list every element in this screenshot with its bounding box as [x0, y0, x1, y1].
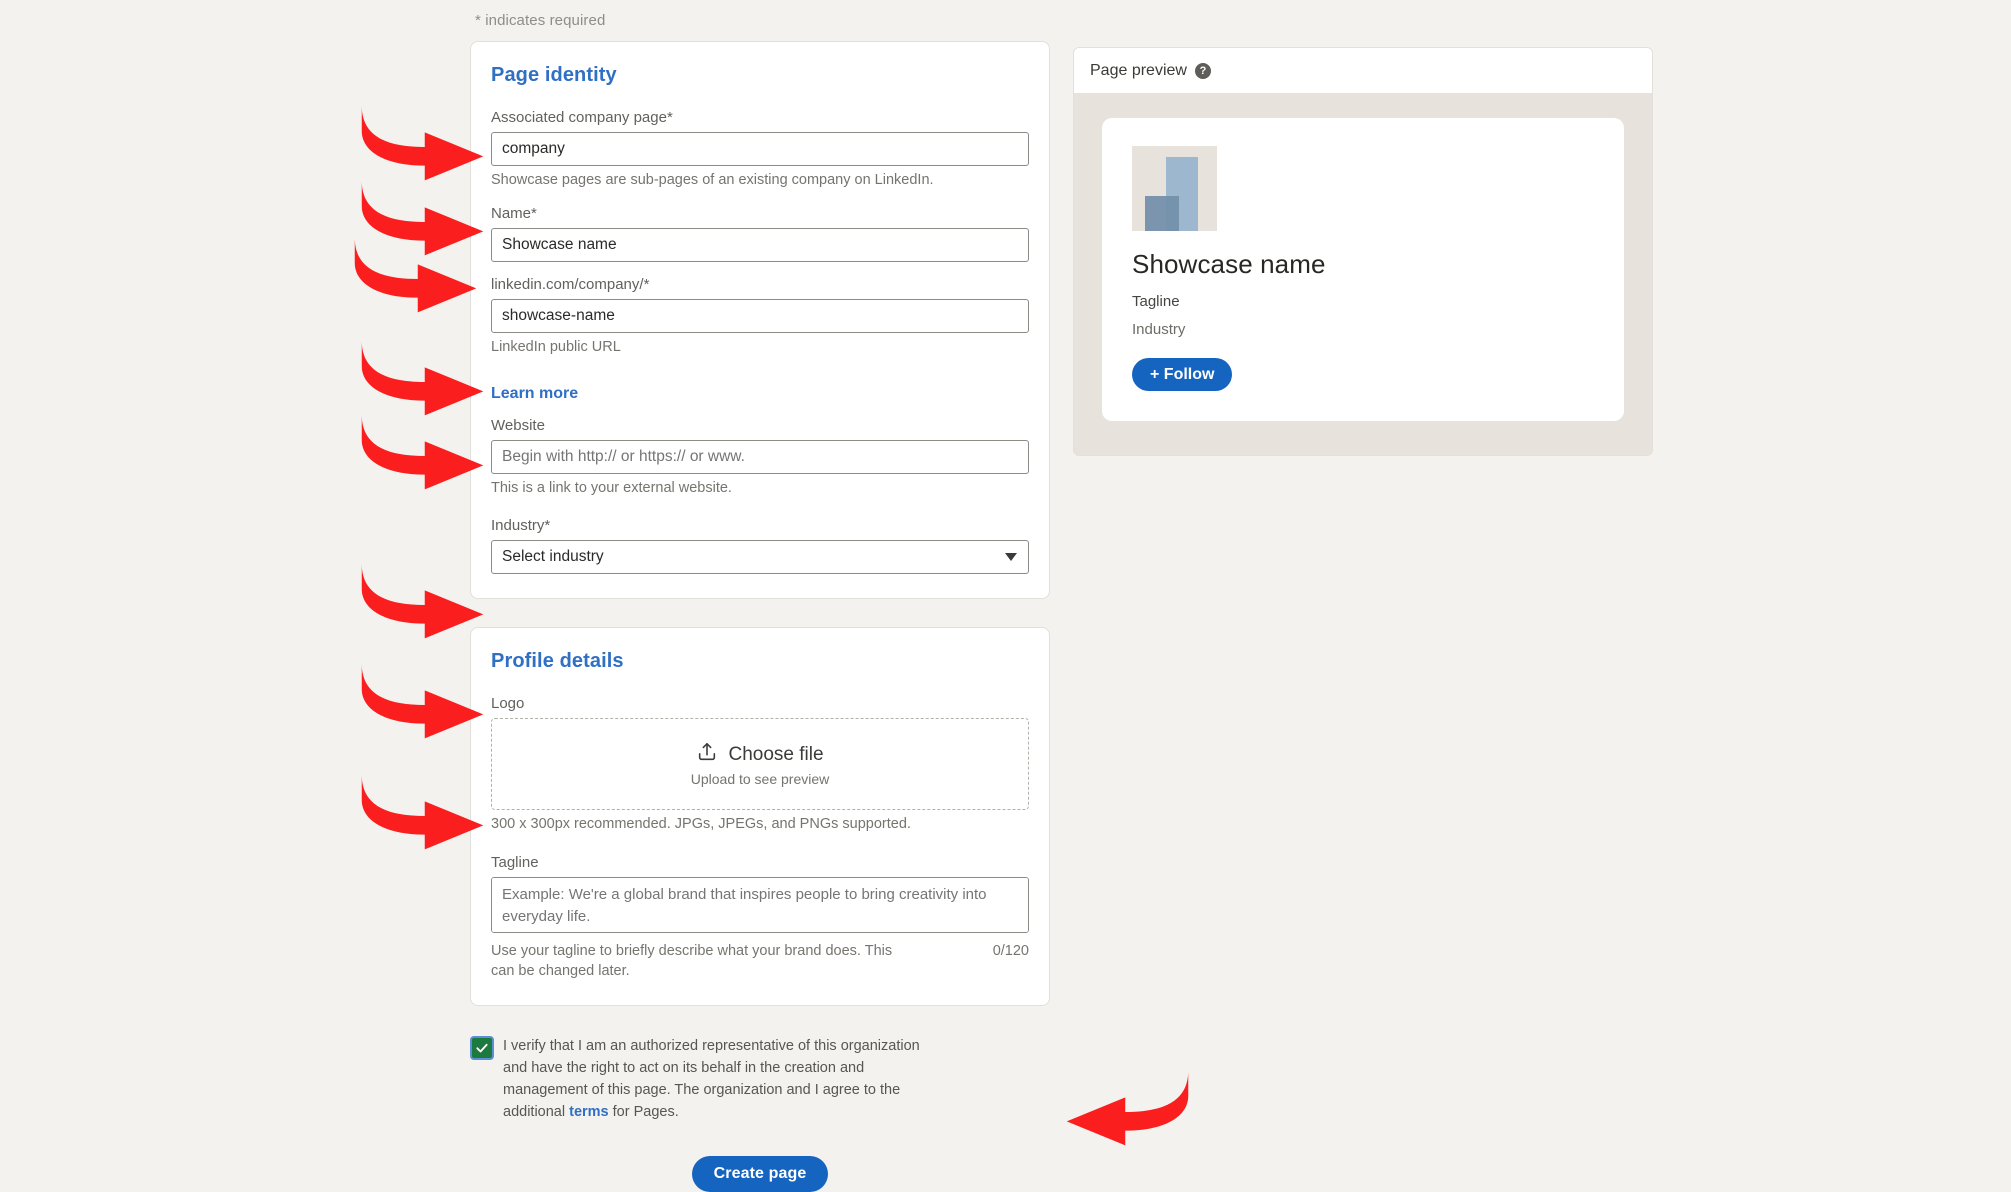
preview-page-name: Showcase name: [1132, 249, 1326, 279]
page-identity-title: Page identity: [491, 64, 617, 86]
profile-details-title: Profile details: [491, 649, 624, 672]
preview-card: Showcase name Tagline Industry + Follow: [1102, 118, 1624, 421]
page-preview-body: Showcase name Tagline Industry + Follow: [1073, 93, 1653, 456]
checkmark-icon: [476, 1044, 488, 1053]
associated-company-helper: Showcase pages are sub-pages of an exist…: [491, 172, 934, 188]
arrow-to-create-page: [1060, 1068, 1195, 1148]
field-logo: Logo Choose file Upload to see preview 3: [491, 695, 1029, 835]
profile-details-card: Profile details Logo Choose file Upload …: [470, 626, 1050, 1007]
preview-industry: Industry: [1132, 321, 1186, 338]
submit-row: Create page: [470, 1156, 1050, 1192]
website-label: Website: [491, 417, 545, 435]
tagline-label: Tagline: [491, 854, 539, 872]
arrow-to-public-url: [348, 235, 483, 315]
field-name: Name*: [491, 205, 1029, 262]
name-label: Name*: [491, 204, 537, 222]
terms-link[interactable]: terms: [569, 1104, 609, 1120]
image-placeholder-icon: [1132, 146, 1217, 231]
placeholder-shape-short: [1144, 196, 1179, 231]
consent-text-after: for Pages.: [608, 1103, 679, 1120]
associated-company-label: Associated company page*: [491, 109, 673, 126]
form-column: Page identity Associated company page* S…: [470, 41, 1050, 1192]
field-associated-company: Associated company page* Showcase pages …: [491, 109, 1029, 191]
upload-hint: Upload to see preview: [690, 770, 830, 787]
page-preview-panel: Page preview ? Showcase name Tagline Ind…: [1073, 47, 1653, 456]
page-preview-title: Page preview: [1090, 61, 1187, 79]
tagline-helper: Use your tagline to briefly describe wha…: [491, 943, 893, 979]
required-fields-note: * indicates required: [475, 12, 606, 29]
choose-file-label: Choose file: [728, 743, 824, 765]
public-url-label: linkedin.com/company/*: [491, 275, 650, 293]
website-helper: This is a link to your external website.: [491, 480, 732, 497]
tagline-footer: Use your tagline to briefly describe wha…: [491, 942, 1029, 981]
page-identity-card: Page identity Associated company page* S…: [470, 41, 1050, 599]
field-tagline: Tagline Use your tagline to briefly desc…: [491, 854, 1029, 981]
tagline-textarea[interactable]: [491, 877, 1029, 934]
consent-checkbox[interactable]: [472, 1038, 492, 1059]
logo-label: Logo: [491, 694, 525, 712]
associated-company-input[interactable]: [491, 132, 1029, 166]
page-preview-header: Page preview ?: [1073, 47, 1653, 93]
website-input[interactable]: [491, 440, 1029, 475]
logo-dropzone[interactable]: Choose file Upload to see preview: [491, 717, 1029, 810]
public-url-helper: LinkedIn public URL: [491, 338, 621, 355]
consent-text-before: I verify that I am an authorized represe…: [503, 1038, 920, 1120]
logo-helper: 300 x 300px recommended. JPGs, JPEGs, an…: [491, 815, 911, 832]
public-url-input[interactable]: [491, 298, 1029, 333]
field-industry: Industry*: [491, 517, 1029, 574]
create-page-button[interactable]: Create page: [691, 1156, 829, 1192]
choose-file-row[interactable]: Choose file: [696, 741, 824, 769]
question-mark-icon[interactable]: ?: [1194, 62, 1211, 79]
field-website: Website This is a link to your external …: [491, 417, 1029, 499]
consent-text: I verify that I am an authorized represe…: [503, 1036, 933, 1123]
name-input[interactable]: [491, 227, 1029, 262]
upload-icon: [696, 741, 718, 769]
tagline-character-counter: 0/120: [992, 943, 1029, 960]
learn-more-link[interactable]: Learn more: [491, 385, 578, 403]
preview-tagline: Tagline: [1132, 293, 1180, 310]
showcase-page-creation-screen: * indicates required Page identity Assoc…: [0, 0, 2011, 1192]
field-public-url: linkedin.com/company/* LinkedIn public U…: [491, 276, 1029, 358]
industry-select[interactable]: [491, 539, 1029, 574]
preview-follow-button[interactable]: + Follow: [1132, 358, 1233, 391]
industry-label: Industry*: [491, 516, 551, 534]
industry-select-wrapper[interactable]: [491, 539, 1029, 574]
consent-row: I verify that I am an authorized represe…: [470, 1036, 1050, 1123]
